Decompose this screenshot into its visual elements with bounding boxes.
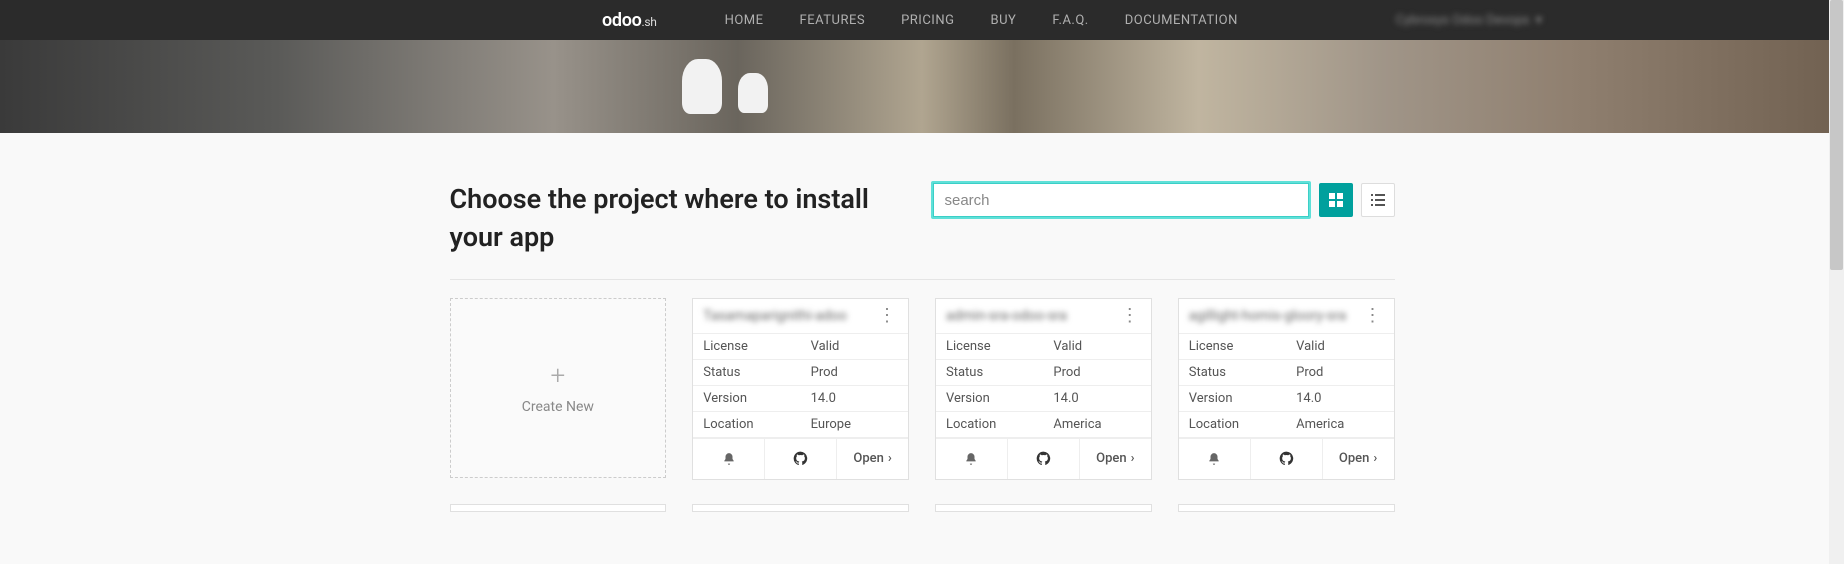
- nav-documentation[interactable]: DOCUMENTATION: [1125, 13, 1238, 28]
- github-button[interactable]: [765, 439, 837, 479]
- github-icon: [1279, 451, 1294, 466]
- search-input[interactable]: [931, 181, 1311, 219]
- project-card-partial: [692, 504, 909, 512]
- more-menu-icon[interactable]: ⋮: [1362, 307, 1384, 325]
- open-button[interactable]: Open›: [837, 439, 908, 479]
- chevron-right-icon: ›: [1373, 451, 1377, 466]
- location-value: Europe: [801, 411, 908, 437]
- scrollbar-thumb[interactable]: [1830, 0, 1843, 270]
- license-value: Valid: [1286, 334, 1393, 360]
- create-new-card[interactable]: + Create New: [450, 298, 667, 478]
- nav-pricing[interactable]: PRICING: [901, 13, 954, 28]
- github-icon: [1036, 451, 1051, 466]
- row-label-status: Status: [693, 359, 800, 385]
- location-value: America: [1043, 411, 1150, 437]
- hero-banner: [0, 40, 1844, 133]
- more-menu-icon[interactable]: ⋮: [1119, 307, 1141, 325]
- license-value: Valid: [1043, 334, 1150, 360]
- project-name[interactable]: Tasamaparignithi-adoo: [703, 308, 847, 324]
- github-button[interactable]: [1251, 439, 1323, 479]
- row-label-version: Version: [936, 385, 1043, 411]
- grid-icon: [1329, 193, 1343, 207]
- chevron-down-icon: ▾: [1535, 13, 1542, 28]
- nav-features[interactable]: FEATURES: [800, 13, 866, 28]
- version-value: 14.0: [1286, 385, 1393, 411]
- row-label-version: Version: [1179, 385, 1286, 411]
- project-name[interactable]: agillight-homis-gloory-sra: [1189, 308, 1347, 324]
- row-label-version: Version: [693, 385, 800, 411]
- project-card: Tasamaparignithi-adoo ⋮ LicenseValid Sta…: [692, 298, 909, 480]
- bell-icon: [1207, 452, 1221, 466]
- project-name[interactable]: admin-sra-odoo-sra: [946, 308, 1067, 324]
- create-new-label: Create New: [522, 399, 594, 415]
- project-card-partial: [935, 504, 1152, 512]
- version-value: 14.0: [801, 385, 908, 411]
- license-value: Valid: [801, 334, 908, 360]
- row-label-location: Location: [936, 411, 1043, 437]
- logo-main: odoo: [602, 10, 642, 31]
- grid-view-button[interactable]: [1319, 183, 1353, 217]
- bell-icon: [722, 452, 736, 466]
- nav-user-menu[interactable]: Cybrosys Odoo Devops ▾: [1396, 13, 1542, 28]
- notifications-button[interactable]: [693, 439, 765, 479]
- row-label-status: Status: [1179, 359, 1286, 385]
- scrollbar[interactable]: [1829, 0, 1844, 564]
- version-value: 14.0: [1043, 385, 1150, 411]
- chevron-right-icon: ›: [888, 451, 892, 466]
- row-label-license: License: [1179, 334, 1286, 360]
- github-icon: [793, 451, 808, 466]
- logo[interactable]: odoo.sh: [602, 10, 657, 31]
- location-value: America: [1286, 411, 1393, 437]
- chevron-right-icon: ›: [1131, 451, 1135, 466]
- nav-faq[interactable]: F.A.Q.: [1052, 13, 1088, 28]
- nav-home[interactable]: HOME: [725, 13, 764, 28]
- page-title: Choose the project where to install your…: [450, 181, 910, 257]
- project-card-partial: [450, 504, 667, 512]
- notifications-button[interactable]: [1179, 439, 1251, 479]
- plus-icon: +: [551, 361, 566, 391]
- more-menu-icon[interactable]: ⋮: [876, 307, 898, 325]
- row-label-status: Status: [936, 359, 1043, 385]
- project-card-partial: [1178, 504, 1395, 512]
- row-label-location: Location: [1179, 411, 1286, 437]
- row-label-location: Location: [693, 411, 800, 437]
- logo-suffix: .sh: [642, 15, 657, 29]
- bell-icon: [964, 452, 978, 466]
- top-nav: odoo.sh HOME FEATURES PRICING BUY F.A.Q.…: [0, 0, 1844, 40]
- divider: [450, 279, 1395, 280]
- row-label-license: License: [936, 334, 1043, 360]
- nav-user-name: Cybrosys Odoo Devops: [1396, 13, 1530, 28]
- project-card: agillight-homis-gloory-sra ⋮ LicenseVali…: [1178, 298, 1395, 480]
- open-button[interactable]: Open›: [1323, 439, 1394, 479]
- row-label-license: License: [693, 334, 800, 360]
- github-button[interactable]: [1008, 439, 1080, 479]
- open-button[interactable]: Open›: [1080, 439, 1151, 479]
- list-icon: [1371, 193, 1385, 207]
- status-value: Prod: [801, 359, 908, 385]
- status-value: Prod: [1043, 359, 1150, 385]
- list-view-button[interactable]: [1361, 183, 1395, 217]
- nav-buy[interactable]: BUY: [990, 13, 1016, 28]
- project-card: admin-sra-odoo-sra ⋮ LicenseValid Status…: [935, 298, 1152, 480]
- notifications-button[interactable]: [936, 439, 1008, 479]
- status-value: Prod: [1286, 359, 1393, 385]
